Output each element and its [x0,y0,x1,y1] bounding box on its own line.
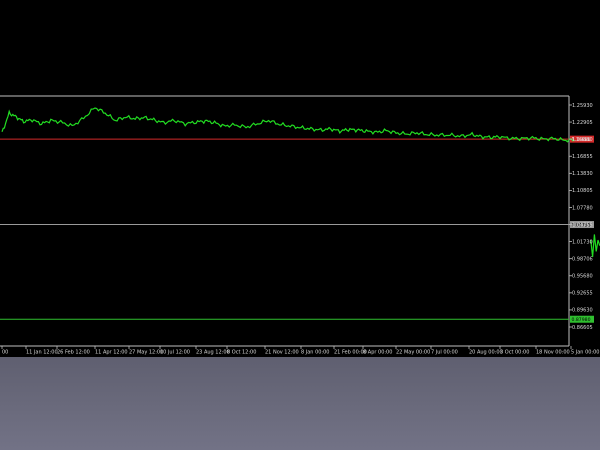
x-tick-label-9: 8 Jan 00:00 [301,350,329,356]
price-series-line-0 [1,107,575,143]
x-tick-label-1: 11 Jan 12:00 [26,350,58,356]
x-tick-label-10: 21 Feb 00:00 [334,350,367,356]
x-tick-label-14: 20 Aug 00:00 [469,350,503,356]
x-tick-label-15: 3 Oct 00:00 [500,350,529,356]
x-tick-label-8: 21 Nov 12:00 [265,350,299,356]
x-tick-label-2: 26 Feb 12:00 [57,350,90,356]
x-axis: 00 11 Jan 12:00 26 Feb 12:00 11 Apr 12:00 27… [1,346,599,356]
y-tick-label-5: 1.10805 [572,188,593,194]
y-tick-label-3: 1.16855 [572,154,593,160]
chart-frame [0,95,570,347]
y-tick-label-8: 1.01730 [572,239,593,245]
x-tick-label-0: 00 [2,350,8,356]
x-tick-label-13: 7 Jul 00:00 [431,350,458,356]
y-tick-label-7: 1.04755 [572,222,593,228]
x-tick-label-17: 5 Jan 00:00 [571,350,599,356]
horizontal-levels: 1.19880 1.04755 0.87980 [0,135,594,323]
y-tick-label-6: 1.07780 [572,205,593,211]
x-tick-label-6: 23 Aug 12:00 [196,350,230,356]
y-tick-label-2: 1.19880 [572,137,593,143]
price-series-layer [1,107,600,258]
y-tick-label-9: 0.98706 [572,256,593,262]
price-chart[interactable]: 1.19880 1.04755 0.87980 1.25930 1.22905 1.19… [0,0,600,360]
level-tag-label-2: 0.87980 [572,317,591,323]
y-tick-label-4: 1.13830 [572,171,593,177]
x-tick-label-7: 8 Oct 12:00 [227,350,256,356]
recent-price-segment [590,234,600,258]
x-tick-label-3: 11 Apr 12:00 [95,350,128,356]
y-tick-label-1: 1.22905 [572,120,593,126]
y-tick-label-11: 0.92655 [572,291,593,297]
x-tick-label-16: 18 Nov 00:00 [536,350,570,356]
x-tick-label-4: 27 May 12:00 [129,350,163,356]
x-tick-label-12: 22 May 00:00 [396,350,430,356]
x-tick-label-11: 8 Apr 00:00 [363,350,392,356]
y-tick-label-13: 0.86605 [572,325,593,331]
y-tick-label-0: 1.25930 [572,103,593,109]
y-tick-label-12: 0.89630 [572,308,593,314]
y-tick-label-10: 0.95680 [572,274,593,280]
bottom-panel [0,357,600,450]
y-axis: 1.25930 1.22905 1.19880 1.16855 1.13830 1.108… [569,103,593,331]
x-tick-label-5: 10 Jul 12:00 [160,350,190,356]
